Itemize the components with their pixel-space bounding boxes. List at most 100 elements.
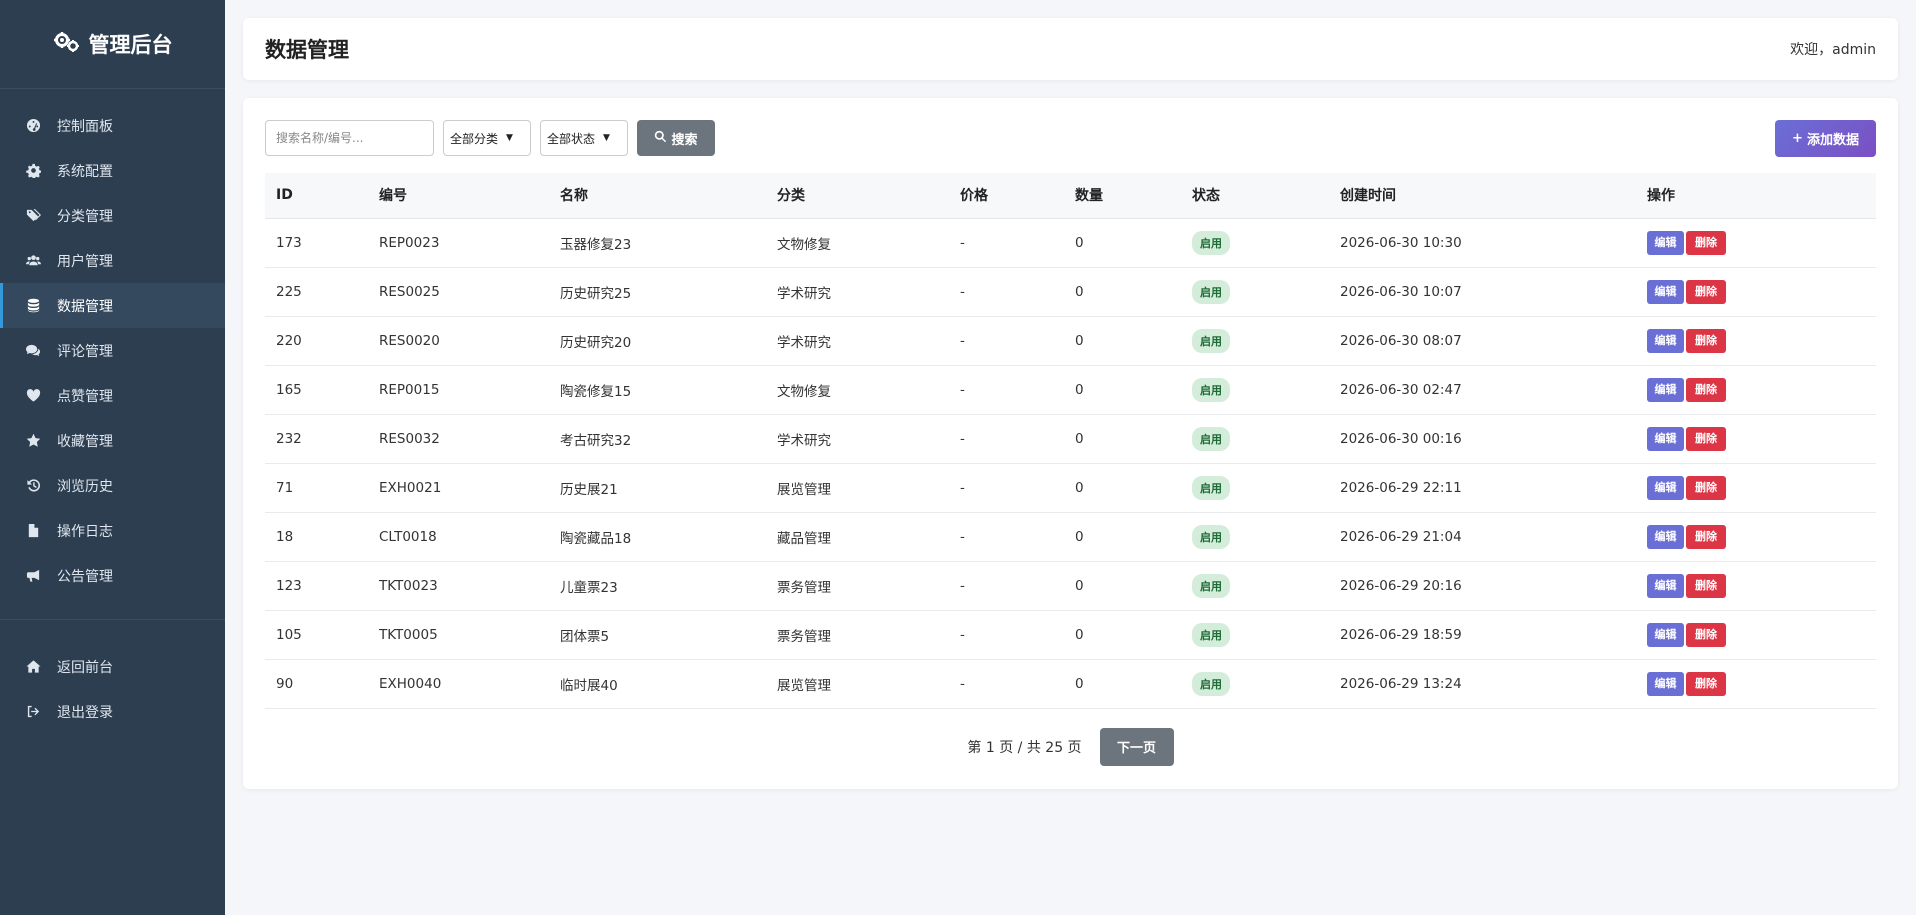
sidebar-item-system-config[interactable]: 系统配置 (0, 148, 225, 193)
search-input[interactable] (265, 120, 434, 156)
cell-quantity: 0 (1075, 283, 1084, 300)
dashboard-icon (25, 118, 41, 134)
column-header-name: 名称 (549, 173, 766, 219)
status-select[interactable]: 全部状态 ▼ (540, 120, 628, 156)
cell-quantity: 0 (1075, 577, 1084, 594)
column-header-id: ID (265, 173, 368, 219)
cell-price: - (960, 430, 965, 447)
gear-icon (25, 163, 41, 179)
sidebar-item-logout[interactable]: 退出登录 (0, 689, 225, 734)
table-row: 71 EXH0021 历史展21 展览管理 - 0 启用 2026-06-29 22:11 编辑… (265, 463, 1876, 512)
cell-status: 启用 (1181, 512, 1329, 561)
delete-button[interactable]: 删除 (1686, 328, 1726, 353)
cell-actions: 编辑 删除 (1636, 365, 1876, 414)
edit-button[interactable]: 编辑 (1647, 524, 1684, 549)
cell-created: 2026-06-30 02:47 (1340, 381, 1462, 398)
delete-button[interactable]: 删除 (1686, 377, 1726, 402)
cell-code: REP0023 (379, 234, 440, 251)
cell-status: 启用 (1181, 561, 1329, 610)
status-badge: 启用 (1192, 426, 1230, 451)
sidebar-item-history[interactable]: 浏览历史 (0, 463, 225, 508)
cell-name: 团体票5 (560, 628, 610, 645)
delete-button[interactable]: 删除 (1686, 622, 1726, 647)
delete-button[interactable]: 删除 (1686, 573, 1726, 598)
delete-button[interactable]: 删除 (1686, 230, 1726, 255)
category-select[interactable]: 全部分类 ▼ (443, 120, 531, 156)
edit-button[interactable]: 编辑 (1647, 622, 1684, 647)
tags-icon (25, 208, 41, 224)
delete-button[interactable]: 删除 (1686, 279, 1726, 304)
cell-status: 启用 (1181, 463, 1329, 512)
delete-button[interactable]: 删除 (1686, 671, 1726, 696)
sidebar-item-comments[interactable]: 评论管理 (0, 328, 225, 373)
cell-price: - (960, 381, 965, 398)
cell-price: - (960, 283, 965, 300)
sidebar-item-label: 评论管理 (57, 343, 113, 360)
sidebar-item-label: 分类管理 (57, 208, 113, 225)
column-header-created: 创建时间 (1329, 173, 1636, 219)
sidebar-item-users[interactable]: 用户管理 (0, 238, 225, 283)
cell-status: 启用 (1181, 659, 1329, 708)
comments-icon (25, 343, 41, 359)
next-page-button[interactable]: 下一页 (1099, 727, 1174, 766)
edit-button[interactable]: 编辑 (1647, 279, 1684, 304)
sidebar-item-back-home[interactable]: 返回前台 (0, 644, 225, 689)
cell-name: 考古研究32 (560, 432, 632, 449)
status-badge: 启用 (1192, 622, 1230, 647)
cell-name: 临时展40 (560, 677, 618, 694)
add-data-button[interactable]: + 添加数据 (1775, 120, 1876, 157)
delete-button[interactable]: 删除 (1686, 475, 1726, 500)
sidebar-item-likes[interactable]: 点赞管理 (0, 373, 225, 418)
plus-icon: + (1792, 131, 1803, 146)
file-icon (25, 523, 41, 539)
table-row: 105 TKT0005 团体票5 票务管理 - 0 启用 2026-06-29 18:59 编辑… (265, 610, 1876, 659)
cell-category: 文物修复 (777, 383, 831, 400)
cell-category: 藏品管理 (777, 530, 831, 547)
edit-button[interactable]: 编辑 (1647, 230, 1684, 255)
cell-quantity: 0 (1075, 626, 1084, 643)
edit-button[interactable]: 编辑 (1647, 671, 1684, 696)
sidebar-item-category[interactable]: 分类管理 (0, 193, 225, 238)
cell-id: 225 (276, 283, 302, 300)
search-button[interactable]: 搜索 (637, 120, 715, 156)
cell-code: CLT0018 (379, 528, 437, 545)
edit-button[interactable]: 编辑 (1647, 426, 1684, 451)
cell-price: - (960, 332, 965, 349)
status-badge: 启用 (1192, 524, 1230, 549)
cell-category: 学术研究 (777, 334, 831, 351)
status-badge: 启用 (1192, 671, 1230, 696)
sidebar-item-favorites[interactable]: 收藏管理 (0, 418, 225, 463)
cell-quantity: 0 (1075, 234, 1084, 251)
database-icon (25, 298, 41, 314)
search-icon (654, 130, 667, 147)
sidebar-item-dashboard[interactable]: 控制面板 (0, 103, 225, 148)
cell-name: 历史展21 (560, 481, 618, 498)
delete-button[interactable]: 删除 (1686, 426, 1726, 451)
brand: 管理后台 (0, 0, 225, 89)
star-icon (25, 433, 41, 449)
column-header-price: 价格 (949, 173, 1064, 219)
cell-category: 学术研究 (777, 285, 831, 302)
sidebar-item-data[interactable]: 数据管理 (0, 283, 225, 328)
edit-button[interactable]: 编辑 (1647, 475, 1684, 500)
sidebar-item-label: 控制面板 (57, 118, 113, 135)
status-badge: 启用 (1192, 573, 1230, 598)
edit-button[interactable]: 编辑 (1647, 328, 1684, 353)
gears-icon (53, 31, 81, 58)
delete-button[interactable]: 删除 (1686, 524, 1726, 549)
cell-category: 展览管理 (777, 677, 831, 694)
table-row: 173 REP0023 玉器修复23 文物修复 - 0 启用 2026-06-30 10:30… (265, 218, 1876, 267)
sidebar-item-logs[interactable]: 操作日志 (0, 508, 225, 553)
table-body: 173 REP0023 玉器修复23 文物修复 - 0 启用 2026-06-30 10:30… (265, 218, 1876, 708)
sidebar-item-announcements[interactable]: 公告管理 (0, 553, 225, 598)
category-select-value: 全部分类 (450, 131, 499, 146)
sidebar-item-label: 浏览历史 (57, 478, 113, 495)
edit-button[interactable]: 编辑 (1647, 377, 1684, 402)
cell-code: TKT0005 (379, 626, 438, 643)
cell-code: TKT0023 (379, 577, 438, 594)
welcome-text: 欢迎，admin (1790, 42, 1876, 58)
cell-actions: 编辑 删除 (1636, 463, 1876, 512)
cell-category: 票务管理 (777, 628, 831, 645)
cell-created: 2026-06-29 20:16 (1340, 577, 1462, 594)
edit-button[interactable]: 编辑 (1647, 573, 1684, 598)
